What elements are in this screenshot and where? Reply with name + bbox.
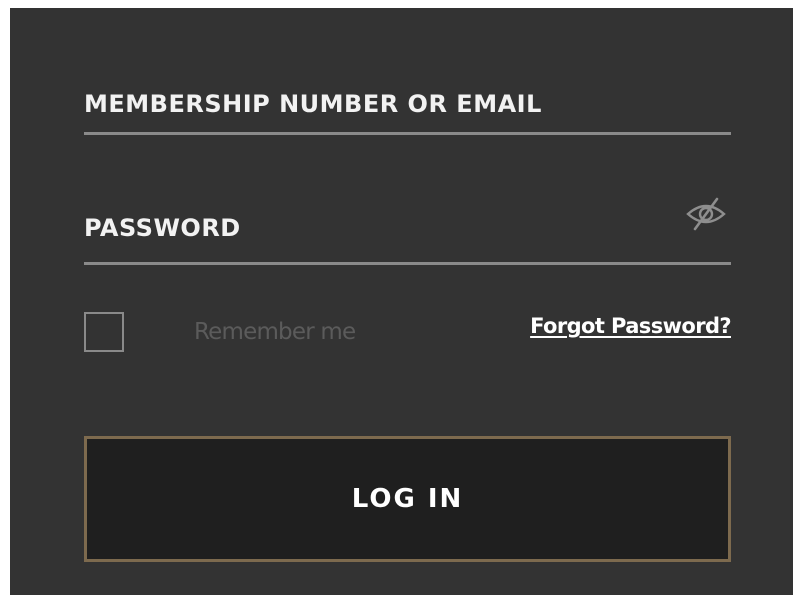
- forgot-password-link[interactable]: Forgot Password?: [530, 314, 731, 338]
- eye-off-icon[interactable]: [683, 194, 729, 232]
- login-panel: Remember me Forgot Password? LOG IN: [10, 8, 793, 595]
- remember-me-label: Remember me: [194, 319, 356, 345]
- eye-off-icon-graphic: [686, 197, 726, 231]
- password-field-container: [84, 194, 731, 265]
- remember-me-checkbox[interactable]: [84, 312, 124, 352]
- email-field-container: [84, 76, 731, 135]
- membership-or-email-input[interactable]: [84, 76, 731, 132]
- password-input[interactable]: [84, 194, 731, 262]
- log-in-button[interactable]: LOG IN: [84, 436, 731, 562]
- remember-me-row: Remember me: [84, 310, 356, 354]
